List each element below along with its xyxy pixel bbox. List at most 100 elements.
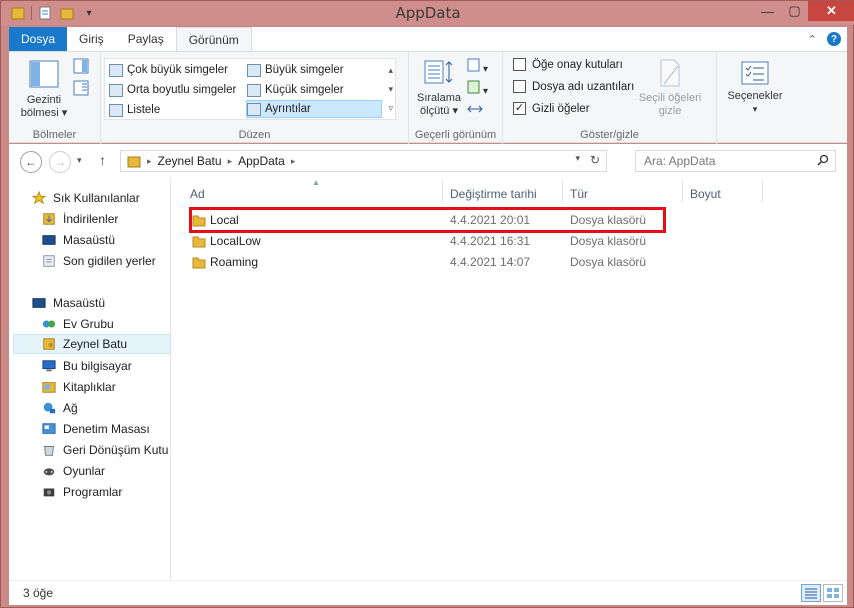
column-header-modified[interactable]: Değiştirme tarihi bbox=[450, 184, 537, 204]
layout-medium-icons[interactable]: Orta boyutlu simgeler bbox=[109, 81, 236, 99]
back-button[interactable]: ← bbox=[20, 151, 42, 173]
layout-small-icons[interactable]: Küçük simgeler bbox=[247, 81, 344, 99]
status-bar: 3 öğe bbox=[9, 580, 847, 605]
layout-extra-large-icons[interactable]: Çok büyük simgeler bbox=[109, 61, 228, 79]
large-icons-icon bbox=[247, 63, 261, 77]
column-header-name[interactable]: Ad bbox=[190, 184, 205, 204]
sidebar-item-recycle-bin[interactable]: Geri Dönüşüm Kutusu bbox=[41, 440, 169, 460]
layout-gallery-scroll[interactable]: ▴ ▾ ▿ bbox=[388, 61, 393, 118]
options-group: Seçenekler ▾ bbox=[717, 52, 783, 144]
file-extensions-toggle[interactable]: Dosya adı uzantıları bbox=[513, 80, 634, 93]
window-controls: — ▢ ✕ bbox=[754, 1, 854, 21]
more-icon[interactable]: ▿ bbox=[388, 99, 393, 118]
tab-view[interactable]: Görünüm bbox=[175, 27, 252, 51]
user-folder-icon bbox=[43, 338, 55, 350]
sidebar-item-favorites[interactable]: Sık Kullanılanlar bbox=[31, 188, 191, 208]
view-options: ▾ ▾ bbox=[467, 58, 488, 119]
column-header-size[interactable]: Boyut bbox=[690, 184, 721, 204]
search-placeholder: Ara: AppData bbox=[644, 154, 716, 168]
layout-large-icons[interactable]: Büyük simgeler bbox=[247, 61, 344, 79]
large-icons-view-button[interactable] bbox=[823, 584, 843, 602]
file-list[interactable]: ▲ Ad Değiştirme tarihi Tür Boyut Local 4… bbox=[172, 178, 847, 580]
extra-large-icons-icon bbox=[109, 63, 123, 77]
show-hide-group: Öğe onay kutuları Dosya adı uzantıları ✓… bbox=[503, 52, 717, 144]
column-header-type[interactable]: Tür bbox=[570, 184, 588, 204]
up-button[interactable]: ↑ bbox=[99, 152, 106, 168]
forward-button[interactable]: → bbox=[49, 151, 71, 173]
search-box[interactable]: Ara: AppData bbox=[635, 150, 836, 172]
chevron-down-icon[interactable]: ▾ bbox=[388, 80, 393, 99]
ribbon-controls: ⌃ ? bbox=[808, 27, 847, 51]
folder-icon bbox=[192, 257, 206, 269]
panes-group-label: Bölmeler bbox=[32, 129, 77, 141]
file-type: Dosya klasörü bbox=[570, 255, 647, 269]
item-checkboxes-checkbox[interactable] bbox=[513, 58, 526, 71]
table-row[interactable]: LocalLow 4.4.2021 16:31 Dosya klasörü bbox=[182, 232, 832, 252]
sidebar-item-zeynel-batu[interactable]: Zeynel Batu bbox=[13, 334, 171, 354]
sort-by-button[interactable]: Sıralama ölçütü ▾ bbox=[415, 58, 463, 118]
maximize-button[interactable]: ▢ bbox=[781, 1, 808, 21]
computer-icon bbox=[42, 360, 56, 372]
options-button[interactable]: Seçenekler ▾ bbox=[721, 60, 789, 116]
size-columns-icon[interactable] bbox=[467, 102, 488, 119]
file-type: Dosya klasörü bbox=[570, 234, 647, 248]
recycle-bin-icon bbox=[43, 446, 55, 456]
column-divider[interactable] bbox=[682, 180, 683, 202]
chevron-up-icon[interactable]: ▴ bbox=[388, 61, 393, 80]
list-icon bbox=[109, 103, 123, 117]
sidebar-item-label: Son gidilen yerler bbox=[63, 254, 156, 268]
file-extensions-checkbox[interactable] bbox=[513, 80, 526, 93]
column-divider[interactable] bbox=[562, 180, 563, 202]
navigation-pane-button[interactable]: Gezinti bölmesi ▾ bbox=[17, 58, 71, 120]
group-by-icon[interactable]: ▾ bbox=[467, 58, 488, 75]
minimize-button[interactable]: — bbox=[754, 1, 781, 21]
address-bar[interactable]: ▸ Zeynel Batu ▸ AppData ▸ ▾ ↻ bbox=[120, 150, 607, 172]
current-view-group-label: Geçerli görünüm bbox=[414, 129, 497, 141]
title-bar[interactable]: ▾ AppData — ▢ ✕ bbox=[1, 1, 854, 25]
navigation-pane-sublabel: bölmesi ▾ bbox=[20, 107, 68, 119]
hidden-items-checkbox[interactable]: ✓ bbox=[513, 102, 526, 115]
navigation-pane[interactable]: Sık Kullanılanlar İndirilenler Masaüstü … bbox=[9, 178, 171, 580]
refresh-icon[interactable]: ↻ bbox=[590, 153, 600, 167]
network-icon bbox=[43, 402, 56, 414]
arrow-left-icon: ← bbox=[25, 155, 37, 169]
details-view-icon bbox=[805, 588, 817, 599]
file-modified: 4.4.2021 16:31 bbox=[450, 234, 531, 248]
details-pane-icon[interactable] bbox=[73, 80, 89, 96]
column-divider[interactable] bbox=[762, 180, 763, 202]
table-row[interactable]: Roaming 4.4.2021 14:07 Dosya klasörü bbox=[182, 253, 832, 273]
close-button[interactable]: ✕ bbox=[808, 1, 854, 21]
sidebar-item-label: Masaüstü bbox=[53, 296, 106, 310]
layout-details[interactable]: Ayrıntılar bbox=[246, 100, 382, 118]
breadcrumb-appdata[interactable]: AppData bbox=[238, 154, 285, 168]
tab-share[interactable]: Paylaş bbox=[116, 27, 176, 51]
item-checkboxes-toggle[interactable]: Öğe onay kutuları bbox=[513, 58, 623, 71]
search-icon[interactable] bbox=[817, 154, 829, 169]
hide-selected-button[interactable]: Seçili öğeleri gizle bbox=[635, 58, 705, 118]
tab-file[interactable]: Dosya bbox=[9, 27, 68, 51]
preview-pane-icon[interactable] bbox=[73, 58, 89, 74]
breadcrumb-zeynel-batu[interactable]: Zeynel Batu bbox=[158, 154, 222, 168]
column-divider[interactable] bbox=[442, 180, 443, 202]
help-icon[interactable]: ? bbox=[827, 32, 841, 46]
tab-home[interactable]: Giriş bbox=[67, 27, 116, 51]
navigation-pane-label: Gezinti bbox=[26, 94, 62, 106]
sidebar-item-label: Oyunlar bbox=[63, 464, 106, 478]
folder-icon bbox=[192, 236, 206, 248]
hidden-items-toggle[interactable]: ✓ Gizli öğeler bbox=[513, 102, 590, 115]
control-panel-icon bbox=[42, 423, 56, 434]
sidebar-item-label: Kitaplıklar bbox=[63, 380, 116, 394]
chevron-right-icon: ▸ bbox=[147, 155, 152, 166]
show-hide-group-label: Göster/gizle bbox=[580, 129, 639, 141]
navigation-pane-icon bbox=[29, 60, 59, 88]
add-columns-icon[interactable]: ▾ bbox=[467, 80, 488, 97]
collapse-ribbon-icon[interactable]: ⌃ bbox=[808, 33, 817, 46]
options-icon bbox=[741, 61, 769, 85]
recent-locations-dropdown[interactable]: ▾ bbox=[77, 155, 82, 166]
sidebar-item-desktop-root[interactable]: Masaüstü bbox=[31, 293, 191, 313]
details-view-button[interactable] bbox=[801, 584, 821, 602]
arrow-right-icon: → bbox=[54, 155, 66, 169]
address-dropdown-icon[interactable]: ▾ bbox=[575, 153, 580, 164]
small-icons-icon bbox=[247, 83, 261, 97]
layout-list[interactable]: Listele bbox=[109, 101, 160, 119]
